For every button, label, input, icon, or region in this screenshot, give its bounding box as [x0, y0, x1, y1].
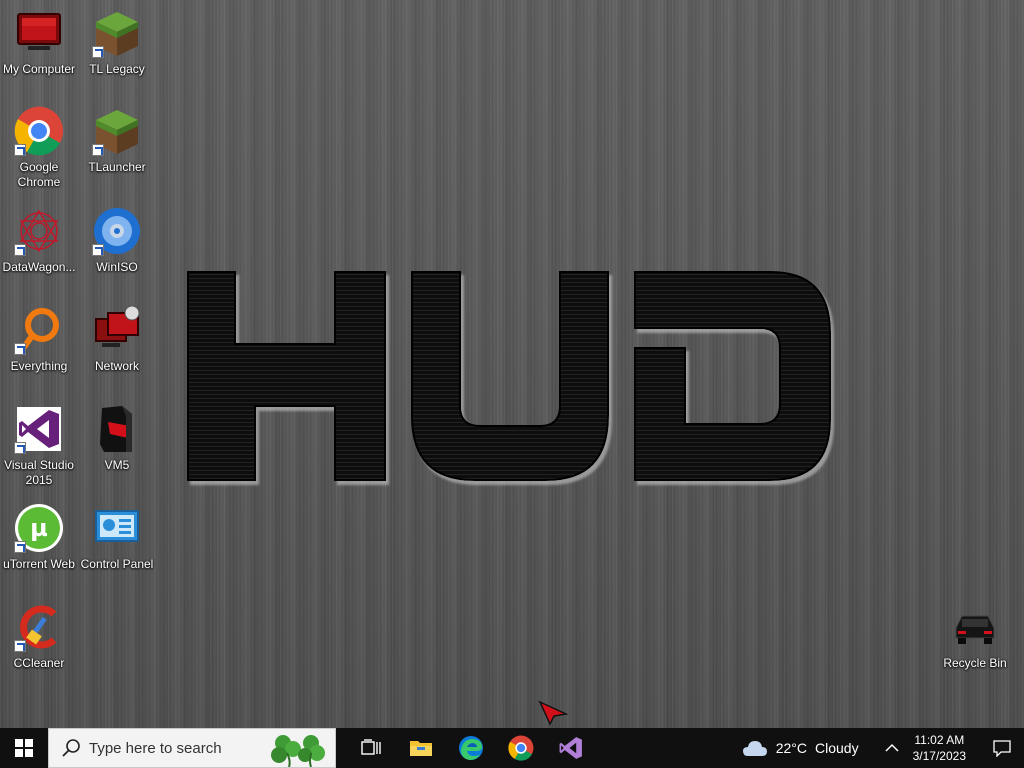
shortcut-arrow-icon	[92, 46, 104, 58]
icon-label: uTorrent Web	[3, 557, 75, 571]
desktop-icon-my-computer[interactable]: My Computer	[0, 2, 78, 94]
icon-label: DataWagon...	[2, 260, 76, 274]
notification-icon	[993, 740, 1011, 757]
clock-time: 11:02 AM	[914, 733, 965, 747]
shortcut-arrow-icon	[14, 640, 26, 652]
desktop-icon-chrome[interactable]: Google Chrome	[0, 100, 78, 192]
desktop-icon-winiso[interactable]: WinISO	[78, 200, 156, 292]
shortcut-arrow-icon	[92, 244, 104, 256]
weather-widget[interactable]: 22°C Cloudy	[742, 739, 867, 757]
start-button[interactable]	[0, 728, 48, 768]
pc-tower-icon	[100, 406, 132, 452]
mouse-cursor-icon	[538, 700, 569, 726]
taskbar-search-box[interactable]: Type here to search	[48, 728, 336, 768]
visual-studio-icon	[559, 737, 582, 759]
shamrock-icon	[271, 735, 325, 767]
shortcut-arrow-icon	[14, 144, 26, 156]
desktop-icon-vm5[interactable]: VM5	[78, 398, 156, 490]
desktop-icon-utorrent-web[interactable]: µ uTorrent Web	[0, 497, 78, 589]
icon-label: CCleaner	[13, 656, 65, 670]
icon-label: Everything	[10, 359, 68, 373]
file-explorer-button[interactable]	[396, 728, 446, 768]
taskbar-clock[interactable]: 11:02 AM 3/17/2023	[913, 732, 966, 764]
chevron-up-icon[interactable]	[885, 743, 899, 753]
edge-button[interactable]	[446, 728, 496, 768]
recycle-bin-car-icon	[955, 615, 995, 644]
system-tray: 22°C Cloudy 11:02 AM 3/17/2023	[742, 728, 1024, 768]
icon-label: Control Panel	[80, 557, 154, 571]
task-view-button[interactable]	[346, 728, 396, 768]
weather-condition: Cloudy	[815, 740, 859, 756]
desktop-icon-recycle-bin[interactable]: Recycle Bin	[936, 596, 1014, 688]
control-panel-icon	[95, 510, 139, 542]
desktop-icon-control-panel[interactable]: Control Panel	[78, 497, 156, 589]
chrome-icon	[508, 735, 534, 761]
task-view-icon	[361, 739, 381, 755]
hud-wallpaper-logo	[187, 271, 831, 481]
desktop-icon-everything[interactable]: Everything	[0, 299, 78, 391]
visual-studio-button[interactable]	[546, 728, 596, 768]
action-center-button[interactable]	[980, 728, 1024, 768]
folder-icon	[410, 741, 432, 756]
monitor-icon	[17, 13, 61, 50]
cloud-icon	[742, 741, 767, 756]
shortcut-arrow-icon	[14, 343, 26, 355]
icon-label: TL Legacy	[89, 62, 145, 76]
shortcut-arrow-icon	[92, 144, 104, 156]
clock-date: 3/17/2023	[912, 749, 966, 763]
search-placeholder: Type here to search	[89, 739, 222, 757]
shortcut-arrow-icon	[14, 541, 26, 553]
icon-label: VM5	[104, 458, 130, 472]
desktop-icon-tl-legacy[interactable]: TL Legacy	[78, 2, 156, 94]
weather-temperature: 22°C	[775, 740, 808, 756]
desktop-icon-datawagon[interactable]: DataWagon...	[0, 200, 78, 292]
windows-logo-icon	[15, 739, 33, 757]
search-icon	[62, 739, 80, 757]
desktop-icon-visual-studio[interactable]: Visual Studio 2015	[0, 398, 78, 490]
icon-label: WinISO	[96, 260, 138, 274]
icon-label: Google Chrome	[17, 160, 61, 189]
edge-icon	[459, 736, 483, 760]
icon-label: TLauncher	[88, 160, 146, 174]
taskbar: Type here to search 22°C Cloudy 11:02 AM…	[0, 728, 1024, 768]
icon-label: Network	[94, 359, 139, 373]
svg-text:µ: µ	[30, 514, 48, 542]
icon-label: Visual Studio 2015	[4, 458, 74, 487]
shortcut-arrow-icon	[14, 244, 26, 256]
shortcut-arrow-icon	[14, 442, 26, 454]
chrome-button[interactable]	[496, 728, 546, 768]
desktop-icon-tlauncher[interactable]: TLauncher	[78, 100, 156, 192]
desktop-icon-network[interactable]: Network	[78, 299, 156, 391]
desktop-icon-ccleaner[interactable]: CCleaner	[0, 596, 78, 688]
network-icon	[95, 305, 140, 347]
icon-label: My Computer	[2, 62, 76, 76]
icon-label: Recycle Bin	[943, 656, 1007, 670]
